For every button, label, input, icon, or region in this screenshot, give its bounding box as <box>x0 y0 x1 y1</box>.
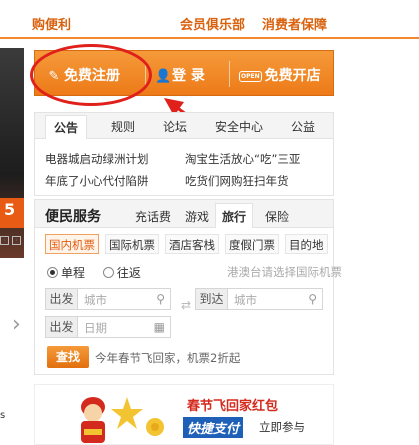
radio-checked-icon <box>47 267 58 278</box>
shop-icon: OPEN <box>239 71 262 82</box>
location-pin-icon: ⚲ <box>156 292 165 306</box>
tab-travel[interactable]: 旅行 <box>215 203 254 228</box>
departure-placeholder: 城市 <box>84 293 107 307</box>
one-way-label: 单程 <box>61 266 86 280</box>
member-club-link[interactable]: 会员俱乐部 <box>180 14 245 33</box>
departure-city-field[interactable]: 出发 城市 ⚲ <box>45 288 171 310</box>
brand-link[interactable]: 购便利 <box>32 14 71 33</box>
tab-rules[interactable]: 规则 <box>111 118 135 135</box>
god-of-wealth-illustration <box>81 397 164 443</box>
one-way-radio[interactable]: 单程 <box>47 266 85 280</box>
quick-pay-badge: 快捷支付 <box>183 417 244 438</box>
tab-phone-recharge[interactable]: 充话费 <box>135 208 171 225</box>
search-flights-button[interactable]: 查找 <box>47 346 89 368</box>
open-shop-button[interactable]: OPEN 免费开店 <box>239 65 321 85</box>
arrival-label: 到达 <box>196 289 228 309</box>
arrival-city-field[interactable]: 到达 城市 ⚲ <box>195 288 323 310</box>
notice-link[interactable]: 年底了小心代付陷阱 <box>45 173 149 189</box>
tab-announcement[interactable]: 公告 <box>45 115 88 139</box>
promo-banner[interactable]: 春节飞回家红包 快捷支付 立即参与 <box>34 384 334 445</box>
carousel-next-button[interactable]: › <box>12 236 21 245</box>
annotation-circle <box>30 44 152 106</box>
join-now-link[interactable]: 立即参与 <box>259 419 305 435</box>
calendar-icon[interactable]: ▦ <box>154 320 165 334</box>
notice-tab-bar: 公告 规则 论坛 安全中心 公益 <box>35 113 333 139</box>
subtab-vacation-tickets[interactable]: 度假门票 <box>225 234 279 254</box>
round-trip-radio[interactable]: 往返 <box>102 266 141 280</box>
radio-unchecked-icon <box>102 267 114 278</box>
carousel-banner-image[interactable]: 5 <box>0 48 24 258</box>
subtab-domestic-flights[interactable]: 国内机票 <box>45 234 99 254</box>
banner-digit: 5 <box>4 200 16 219</box>
top-divider <box>0 37 419 39</box>
departure-date-field[interactable]: 出发 日期 ▦ <box>45 316 171 338</box>
spring-festival-tip[interactable]: 今年春节飞回家，机票2折起 <box>95 350 240 366</box>
service-title: 便民服务 <box>45 209 101 225</box>
date-label: 出发 <box>46 317 78 337</box>
subtab-hotels[interactable]: 酒店客栈 <box>165 234 219 254</box>
notice-panel: 公告 规则 论坛 安全中心 公益 电器城启动绿洲计划 淘宝生活放心“吃”三亚 年… <box>34 112 334 196</box>
notice-link[interactable]: 电器城启动绿洲计划 <box>45 151 149 167</box>
notice-link[interactable]: 淘宝生活放心“吃”三亚 <box>185 151 300 167</box>
convenience-service-panel: 便民服务 充话费 游戏 旅行 保险 国内机票 国际机票 酒店客栈 度假门票 目的… <box>34 199 342 375</box>
trip-type-group: 单程 往返 <box>47 264 141 281</box>
international-hint: 港澳台请选择国际机票 <box>227 265 342 279</box>
login-button[interactable]: 👤登 录 <box>155 65 205 85</box>
tab-games[interactable]: 游戏 <box>185 208 209 225</box>
subtab-international-flights[interactable]: 国际机票 <box>105 234 159 254</box>
left-bottom-mark: s <box>0 410 6 421</box>
date-placeholder: 日期 <box>84 321 107 335</box>
arrival-placeholder: 城市 <box>234 293 257 307</box>
tab-forum[interactable]: 论坛 <box>163 118 187 135</box>
tab-insurance[interactable]: 保险 <box>265 208 289 225</box>
subtab-destinations[interactable]: 目的地 <box>285 234 328 254</box>
promo-title: 春节飞回家红包 <box>187 399 279 414</box>
tab-security-center[interactable]: 安全中心 <box>215 118 263 135</box>
notice-link[interactable]: 吃货们网购狂扫年货 <box>185 173 289 189</box>
departure-label: 出发 <box>46 289 78 309</box>
user-icon: 👤 <box>155 69 172 84</box>
left-carousel: 5 ‹ › › s <box>0 42 30 445</box>
top-bar: 购便利 会员俱乐部 消费者保障 <box>0 0 419 40</box>
location-pin-icon: ⚲ <box>308 292 317 306</box>
round-trip-label: 往返 <box>116 266 141 280</box>
login-label: 登 录 <box>172 68 205 84</box>
consumer-protection-link[interactable]: 消费者保障 <box>262 14 327 33</box>
tab-charity[interactable]: 公益 <box>291 118 315 135</box>
carousel-prev-button[interactable]: ‹ <box>0 236 9 245</box>
service-tab-bar: 便民服务 充话费 游戏 旅行 保险 <box>35 200 333 228</box>
open-shop-label: 免费开店 <box>264 68 321 84</box>
swap-cities-icon[interactable]: ⇄ <box>181 298 191 312</box>
action-separator <box>229 61 230 87</box>
carousel-arrow-icon[interactable]: › <box>12 312 21 337</box>
